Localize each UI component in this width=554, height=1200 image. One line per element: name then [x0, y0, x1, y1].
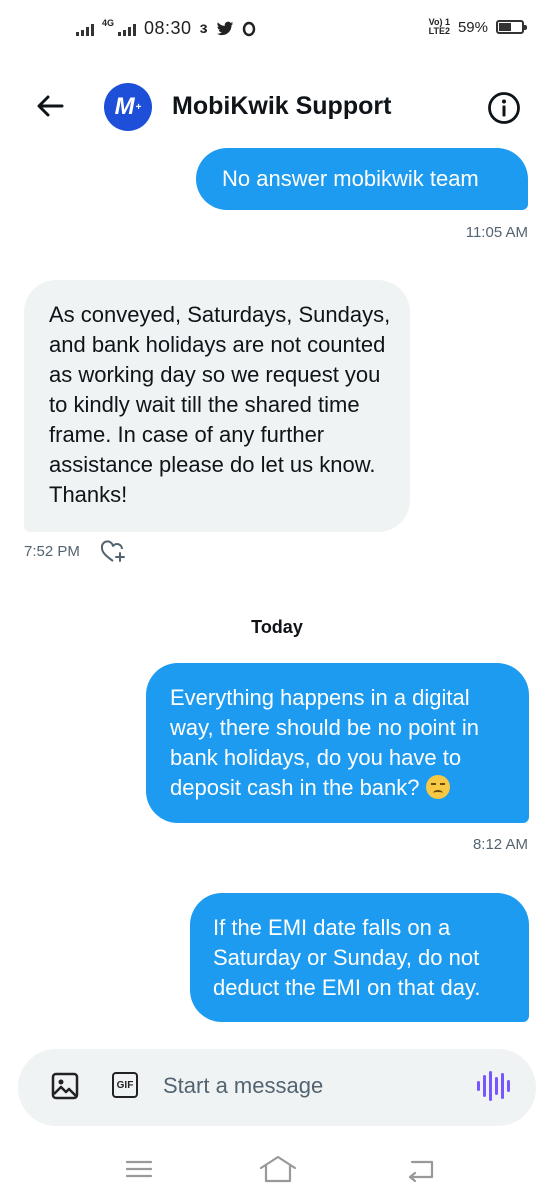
message-text: As conveyed, Saturdays, Sundays, and ban…: [49, 302, 391, 507]
avatar[interactable]: M +: [104, 83, 152, 131]
message-timestamp: 11:05 AM: [465, 224, 528, 241]
unamused-face-emoji-icon: [425, 775, 450, 799]
avatar-letter: M: [114, 93, 135, 120]
network-type: 4G: [102, 17, 115, 28]
voice-message-icon[interactable]: [477, 1071, 510, 1101]
back-nav-icon[interactable]: [406, 1154, 436, 1184]
conversation-header: M + MobiKwik Support: [0, 62, 554, 152]
message-text: If the EMI date falls on a Saturday or S…: [213, 915, 481, 1000]
message-composer: GIF Start a message: [18, 1049, 536, 1126]
message-input[interactable]: Start a message: [163, 1073, 323, 1099]
menu-icon[interactable]: [124, 1154, 154, 1184]
battery-icon: [496, 20, 527, 34]
message-bubble-outgoing[interactable]: No answer mobikwik team: [196, 148, 528, 210]
circle-app-icon: [242, 21, 255, 36]
day-separator: Today: [251, 617, 303, 637]
message-bubble-incoming[interactable]: As conveyed, Saturdays, Sundays, and ban…: [24, 280, 410, 532]
conversation-title[interactable]: MobiKwik Support: [172, 92, 391, 121]
gif-icon[interactable]: GIF: [112, 1072, 138, 1098]
status-time: 08:30: [144, 18, 192, 38]
message-text: No answer mobikwik team: [222, 166, 479, 191]
info-icon[interactable]: [487, 91, 521, 125]
status-bar: 4G 08:30 ɜ Vo) 1 LTE2 59%: [0, 0, 554, 62]
message-timestamp: 7:52 PM: [24, 543, 80, 560]
message-bubble-outgoing[interactable]: If the EMI date falls on a Saturday or S…: [190, 893, 529, 1022]
app-indicator: ɜ: [199, 19, 208, 37]
message-bubble-outgoing[interactable]: Everything happens in a digital way, the…: [146, 663, 529, 823]
twitter-bird-icon: [216, 21, 233, 35]
back-arrow-icon[interactable]: [34, 90, 66, 122]
image-icon[interactable]: [50, 1071, 80, 1101]
message-timestamp: 8:12 AM: [472, 836, 528, 853]
home-icon[interactable]: [258, 1154, 298, 1184]
battery-percent: 59%: [457, 18, 488, 36]
system-nav-bar: [0, 1140, 554, 1200]
heart-plus-icon[interactable]: [100, 539, 126, 565]
carrier-indicator: Vo) 1 LTE2: [428, 17, 450, 36]
signal-icon-2: [118, 22, 137, 36]
signal-icon: [76, 22, 94, 36]
